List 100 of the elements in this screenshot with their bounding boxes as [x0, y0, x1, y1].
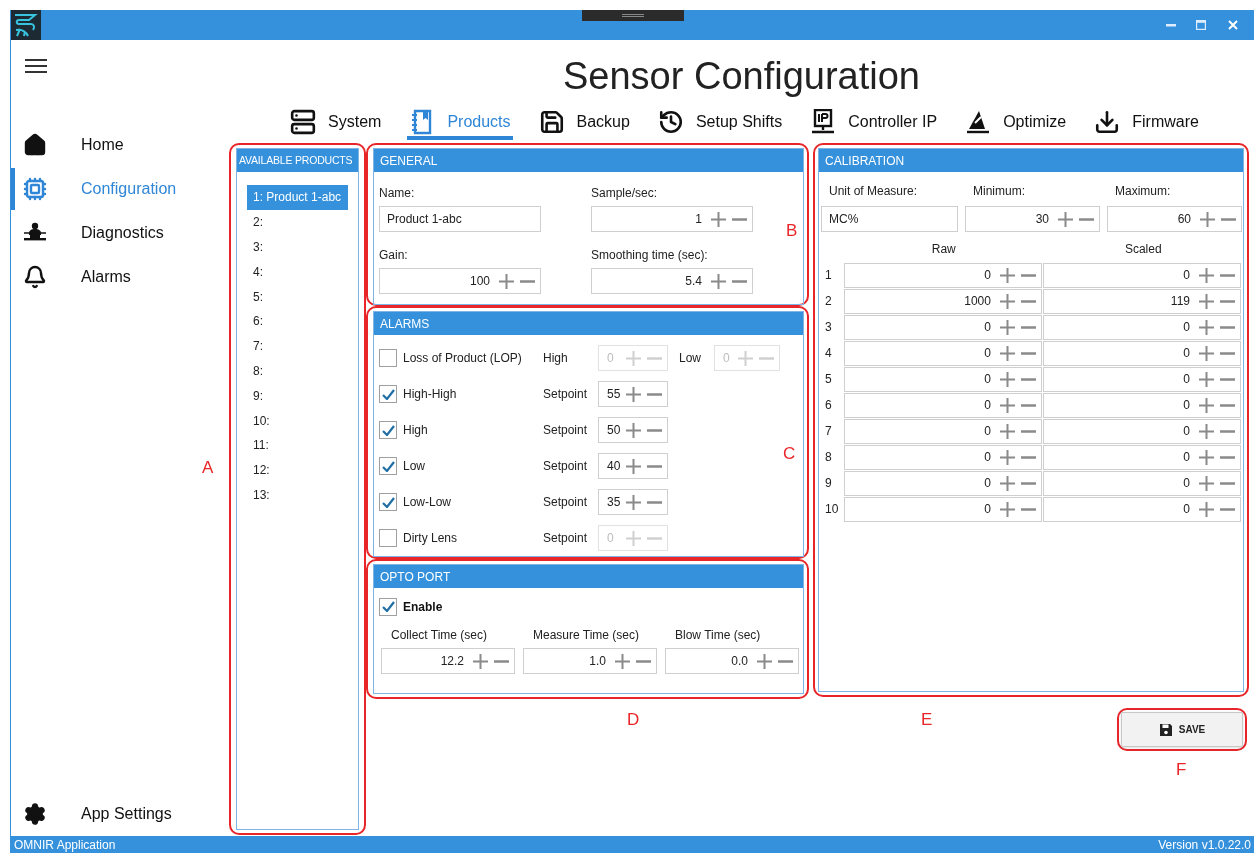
increment-button[interactable]	[999, 371, 1015, 387]
product-item[interactable]: 9:	[247, 383, 348, 409]
increment-button[interactable]	[499, 273, 514, 289]
increment-button[interactable]	[757, 653, 772, 669]
nav-item[interactable]: Alarms	[11, 257, 211, 297]
increment-button[interactable]	[999, 293, 1015, 309]
product-item[interactable]: 7:	[247, 333, 348, 359]
decrement-button[interactable]	[520, 279, 535, 283]
increment-button[interactable]	[999, 423, 1015, 439]
decrement-button[interactable]	[1020, 325, 1036, 329]
increment-button[interactable]	[999, 319, 1015, 335]
increment-button[interactable]	[999, 345, 1015, 361]
decrement-button[interactable]	[1220, 403, 1235, 407]
product-item[interactable]: 13:	[247, 482, 348, 508]
number-spinner[interactable]: 119	[1042, 288, 1241, 314]
checkbox[interactable]	[379, 493, 397, 511]
increment-button[interactable]	[1199, 423, 1214, 439]
tab[interactable]: Backup	[536, 108, 632, 140]
decrement-button[interactable]	[647, 500, 663, 504]
decrement-button[interactable]	[1220, 429, 1235, 433]
product-item[interactable]: 4:	[247, 259, 348, 285]
number-spinner[interactable]: 0	[843, 340, 1042, 366]
increment-button[interactable]	[711, 211, 726, 227]
nav-item[interactable]: Home	[11, 125, 211, 165]
nav-item[interactable]: Configuration	[11, 169, 211, 209]
number-spinner[interactable]: 0	[1042, 444, 1241, 470]
decrement-button[interactable]	[1020, 507, 1036, 511]
number-spinner[interactable]: 0	[1042, 262, 1241, 288]
tab[interactable]: System	[288, 108, 384, 140]
number-spinner[interactable]: 0	[843, 262, 1042, 288]
number-spinner[interactable]: 0	[843, 470, 1042, 496]
product-item[interactable]: 5:	[247, 284, 348, 309]
nav-item[interactable]: Diagnostics	[11, 213, 211, 253]
nav-item[interactable]: App Settings	[11, 794, 211, 834]
checkbox[interactable]	[379, 349, 397, 367]
decrement-button[interactable]	[732, 279, 747, 283]
checkbox[interactable]	[379, 597, 397, 616]
number-spinner[interactable]: 1.0	[523, 648, 657, 674]
increment-button[interactable]	[1199, 293, 1214, 309]
number-spinner[interactable]: 60	[1107, 206, 1242, 232]
increment-button[interactable]	[999, 449, 1015, 465]
increment-button[interactable]	[1199, 371, 1214, 387]
decrement-button[interactable]	[1220, 325, 1235, 329]
increment-button[interactable]	[1199, 475, 1214, 491]
number-spinner[interactable]: 5.4	[591, 268, 753, 294]
decrement-button[interactable]	[1220, 481, 1235, 485]
decrement-button[interactable]	[1079, 217, 1094, 221]
decrement-button[interactable]	[1221, 217, 1236, 221]
increment-button[interactable]	[1199, 267, 1214, 283]
menu-button[interactable]	[24, 56, 48, 76]
increment-button[interactable]	[1199, 501, 1214, 517]
decrement-button[interactable]	[1020, 299, 1036, 303]
product-item[interactable]: 2:	[247, 209, 348, 235]
number-spinner[interactable]: 50	[598, 417, 668, 443]
decrement-button[interactable]	[1020, 429, 1036, 433]
number-spinner[interactable]: 0	[843, 496, 1042, 522]
increment-button[interactable]	[999, 267, 1015, 283]
number-spinner[interactable]: 0	[1042, 340, 1241, 366]
decrement-button[interactable]	[494, 659, 509, 663]
save-button[interactable]: SAVE	[1121, 712, 1243, 747]
decrement-button[interactable]	[1020, 455, 1036, 459]
decrement-button[interactable]	[1220, 351, 1235, 355]
tab[interactable]: Optimize	[963, 108, 1069, 140]
number-spinner[interactable]: 35	[598, 489, 668, 515]
text-field[interactable]: MC%	[821, 206, 958, 232]
product-item[interactable]: 3:	[247, 234, 348, 260]
number-spinner[interactable]: 0	[1042, 314, 1241, 340]
number-spinner[interactable]: 0	[843, 392, 1042, 418]
decrement-button[interactable]	[1020, 481, 1036, 485]
decrement-button[interactable]	[1020, 273, 1036, 277]
number-spinner[interactable]: 0	[1042, 418, 1241, 444]
number-spinner[interactable]: 0	[1042, 470, 1241, 496]
checkbox[interactable]	[379, 385, 397, 403]
number-spinner[interactable]: 0	[843, 366, 1042, 392]
decrement-button[interactable]	[1020, 403, 1036, 407]
tab[interactable]: Setup Shifts	[655, 108, 785, 140]
decrement-button[interactable]	[1020, 377, 1036, 381]
checkbox[interactable]	[379, 421, 397, 439]
product-item[interactable]: 12:	[247, 457, 348, 483]
decrement-button[interactable]	[1220, 507, 1235, 511]
increment-button[interactable]	[473, 653, 488, 669]
increment-button[interactable]	[615, 653, 630, 669]
number-spinner[interactable]: 0.0	[665, 648, 799, 674]
decrement-button[interactable]	[1220, 273, 1235, 277]
product-item[interactable]: 10:	[247, 408, 348, 433]
tab[interactable]: Controller IP	[808, 108, 940, 140]
decrement-button[interactable]	[778, 659, 793, 663]
number-spinner[interactable]: 100	[379, 268, 541, 294]
increment-button[interactable]	[1199, 319, 1214, 335]
number-spinner[interactable]: 0	[843, 314, 1042, 340]
increment-button[interactable]	[1199, 345, 1214, 361]
increment-button[interactable]	[1058, 211, 1073, 227]
text-field[interactable]: Product 1-abc	[379, 206, 541, 232]
decrement-button[interactable]	[732, 217, 747, 221]
increment-button[interactable]	[1200, 211, 1215, 227]
checkbox[interactable]	[379, 529, 397, 547]
number-spinner[interactable]: 0	[1042, 496, 1241, 522]
tab[interactable]: Firmware	[1092, 108, 1201, 140]
increment-button[interactable]	[1199, 449, 1214, 465]
product-item[interactable]: 11:	[247, 432, 348, 458]
